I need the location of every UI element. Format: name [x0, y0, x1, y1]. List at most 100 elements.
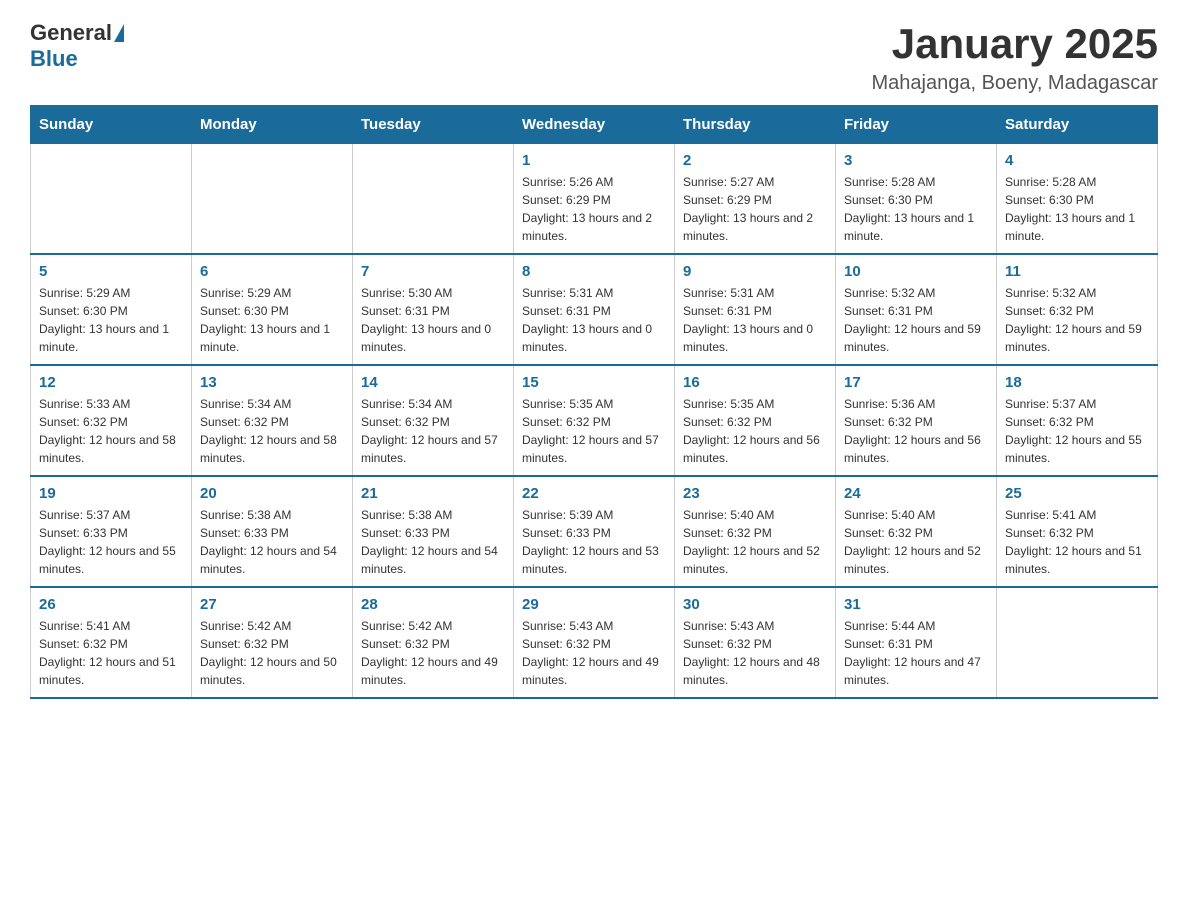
day-info: Sunrise: 5:42 AMSunset: 6:32 PMDaylight:… [361, 617, 505, 689]
day-number: 14 [361, 374, 505, 391]
day-info: Sunrise: 5:44 AMSunset: 6:31 PMDaylight:… [844, 617, 988, 689]
day-cell: 11 Sunrise: 5:32 AMSunset: 6:32 PMDayligh… [997, 254, 1158, 365]
day-cell: 8 Sunrise: 5:31 AMSunset: 6:31 PMDaylight… [514, 254, 675, 365]
day-info: Sunrise: 5:41 AMSunset: 6:32 PMDaylight:… [39, 617, 183, 689]
day-cell: 22Sunrise: 5:39 AMSunset: 6:33 PMDayligh… [514, 476, 675, 587]
logo: General Blue [30, 20, 126, 72]
day-number: 7 [361, 263, 505, 280]
week-row-4: 19 Sunrise: 5:37 AMSunset: 6:33 PMDayligh… [31, 476, 1158, 587]
day-cell: 6 Sunrise: 5:29 AMSunset: 6:30 PMDaylight… [192, 254, 353, 365]
day-cell: 17 Sunrise: 5:36 AMSunset: 6:32 PMDayligh… [836, 365, 997, 476]
day-cell [997, 587, 1158, 698]
week-row-2: 5 Sunrise: 5:29 AMSunset: 6:30 PMDaylight… [31, 254, 1158, 365]
day-number: 8 [522, 263, 666, 280]
day-cell: 30Sunrise: 5:43 AMSunset: 6:32 PMDayligh… [675, 587, 836, 698]
day-cell [192, 144, 353, 255]
day-number: 11 [1005, 263, 1149, 280]
month-title: January 2025 [872, 20, 1158, 68]
location-label: Mahajanga, Boeny, Madagascar [872, 72, 1158, 95]
day-number: 1 [522, 152, 666, 169]
day-cell: 26Sunrise: 5:41 AMSunset: 6:32 PMDayligh… [31, 587, 192, 698]
day-cell: 20 Sunrise: 5:38 AMSunset: 6:33 PMDayligh… [192, 476, 353, 587]
day-number: 19 [39, 485, 183, 502]
day-number: 17 [844, 374, 988, 391]
day-info: Sunrise: 5:36 AMSunset: 6:32 PMDaylight:… [844, 395, 988, 467]
week-row-5: 26Sunrise: 5:41 AMSunset: 6:32 PMDayligh… [31, 587, 1158, 698]
day-cell: 24 Sunrise: 5:40 AMSunset: 6:32 PMDayligh… [836, 476, 997, 587]
day-number: 3 [844, 152, 988, 169]
day-cell: 16 Sunrise: 5:35 AMSunset: 6:32 PMDayligh… [675, 365, 836, 476]
day-cell: 29 Sunrise: 5:43 AMSunset: 6:32 PMDayligh… [514, 587, 675, 698]
header-cell-saturday: Saturday [997, 106, 1158, 144]
page-header: General Blue January 2025 Mahajanga, Boe… [30, 20, 1158, 95]
logo-triangle-icon [114, 24, 124, 42]
day-info: Sunrise: 5:43 AMSunset: 6:32 PMDaylight:… [522, 617, 666, 689]
day-cell: 13 Sunrise: 5:34 AMSunset: 6:32 PMDayligh… [192, 365, 353, 476]
header-cell-sunday: Sunday [31, 106, 192, 144]
day-number: 24 [844, 485, 988, 502]
day-cell: 23 Sunrise: 5:40 AMSunset: 6:32 PMDayligh… [675, 476, 836, 587]
calendar-body: 1 Sunrise: 5:26 AMSunset: 6:29 PMDaylight… [31, 144, 1158, 699]
day-info: Sunrise: 5:31 AMSunset: 6:31 PMDaylight:… [522, 284, 666, 356]
day-number: 10 [844, 263, 988, 280]
day-cell: 15 Sunrise: 5:35 AMSunset: 6:32 PMDayligh… [514, 365, 675, 476]
day-number: 21 [361, 485, 505, 502]
calendar-table: SundayMondayTuesdayWednesdayThursdayFrid… [30, 105, 1158, 699]
day-info: Sunrise: 5:32 AMSunset: 6:32 PMDaylight:… [1005, 284, 1149, 356]
day-info: Sunrise: 5:34 AMSunset: 6:32 PMDaylight:… [361, 395, 505, 467]
week-row-1: 1 Sunrise: 5:26 AMSunset: 6:29 PMDaylight… [31, 144, 1158, 255]
day-cell: 10 Sunrise: 5:32 AMSunset: 6:31 PMDayligh… [836, 254, 997, 365]
day-info: Sunrise: 5:29 AMSunset: 6:30 PMDaylight:… [39, 284, 183, 356]
day-number: 27 [200, 596, 344, 613]
day-info: Sunrise: 5:42 AMSunset: 6:32 PMDaylight:… [200, 617, 344, 689]
day-info: Sunrise: 5:34 AMSunset: 6:32 PMDaylight:… [200, 395, 344, 467]
day-cell: 3Sunrise: 5:28 AMSunset: 6:30 PMDaylight… [836, 144, 997, 255]
day-cell: 7 Sunrise: 5:30 AMSunset: 6:31 PMDaylight… [353, 254, 514, 365]
day-number: 31 [844, 596, 988, 613]
header-row: SundayMondayTuesdayWednesdayThursdayFrid… [31, 106, 1158, 144]
day-cell: 18Sunrise: 5:37 AMSunset: 6:32 PMDayligh… [997, 365, 1158, 476]
day-number: 15 [522, 374, 666, 391]
day-info: Sunrise: 5:28 AMSunset: 6:30 PMDaylight:… [1005, 173, 1149, 245]
day-info: Sunrise: 5:38 AMSunset: 6:33 PMDaylight:… [361, 506, 505, 578]
day-number: 18 [1005, 374, 1149, 391]
day-info: Sunrise: 5:35 AMSunset: 6:32 PMDaylight:… [683, 395, 827, 467]
day-info: Sunrise: 5:40 AMSunset: 6:32 PMDaylight:… [683, 506, 827, 578]
day-cell: 28 Sunrise: 5:42 AMSunset: 6:32 PMDayligh… [353, 587, 514, 698]
header-cell-monday: Monday [192, 106, 353, 144]
day-number: 20 [200, 485, 344, 502]
day-info: Sunrise: 5:30 AMSunset: 6:31 PMDaylight:… [361, 284, 505, 356]
day-info: Sunrise: 5:43 AMSunset: 6:32 PMDaylight:… [683, 617, 827, 689]
day-number: 12 [39, 374, 183, 391]
day-info: Sunrise: 5:35 AMSunset: 6:32 PMDaylight:… [522, 395, 666, 467]
day-cell: 27 Sunrise: 5:42 AMSunset: 6:32 PMDayligh… [192, 587, 353, 698]
day-number: 16 [683, 374, 827, 391]
day-info: Sunrise: 5:32 AMSunset: 6:31 PMDaylight:… [844, 284, 988, 356]
day-cell: 9 Sunrise: 5:31 AMSunset: 6:31 PMDaylight… [675, 254, 836, 365]
day-number: 25 [1005, 485, 1149, 502]
day-info: Sunrise: 5:41 AMSunset: 6:32 PMDaylight:… [1005, 506, 1149, 578]
day-number: 9 [683, 263, 827, 280]
day-number: 6 [200, 263, 344, 280]
day-info: Sunrise: 5:26 AMSunset: 6:29 PMDaylight:… [522, 173, 666, 245]
day-cell: 19 Sunrise: 5:37 AMSunset: 6:33 PMDayligh… [31, 476, 192, 587]
day-number: 29 [522, 596, 666, 613]
day-number: 23 [683, 485, 827, 502]
day-info: Sunrise: 5:31 AMSunset: 6:31 PMDaylight:… [683, 284, 827, 356]
day-cell: 12Sunrise: 5:33 AMSunset: 6:32 PMDayligh… [31, 365, 192, 476]
day-cell [353, 144, 514, 255]
day-number: 13 [200, 374, 344, 391]
day-info: Sunrise: 5:37 AMSunset: 6:33 PMDaylight:… [39, 506, 183, 578]
day-info: Sunrise: 5:29 AMSunset: 6:30 PMDaylight:… [200, 284, 344, 356]
day-cell: 31 Sunrise: 5:44 AMSunset: 6:31 PMDayligh… [836, 587, 997, 698]
day-info: Sunrise: 5:38 AMSunset: 6:33 PMDaylight:… [200, 506, 344, 578]
day-cell: 5 Sunrise: 5:29 AMSunset: 6:30 PMDaylight… [31, 254, 192, 365]
day-number: 5 [39, 263, 183, 280]
header-cell-friday: Friday [836, 106, 997, 144]
day-info: Sunrise: 5:39 AMSunset: 6:33 PMDaylight:… [522, 506, 666, 578]
day-number: 2 [683, 152, 827, 169]
day-number: 28 [361, 596, 505, 613]
day-info: Sunrise: 5:40 AMSunset: 6:32 PMDaylight:… [844, 506, 988, 578]
day-cell: 2Sunrise: 5:27 AMSunset: 6:29 PMDaylight… [675, 144, 836, 255]
day-cell: 14 Sunrise: 5:34 AMSunset: 6:32 PMDayligh… [353, 365, 514, 476]
